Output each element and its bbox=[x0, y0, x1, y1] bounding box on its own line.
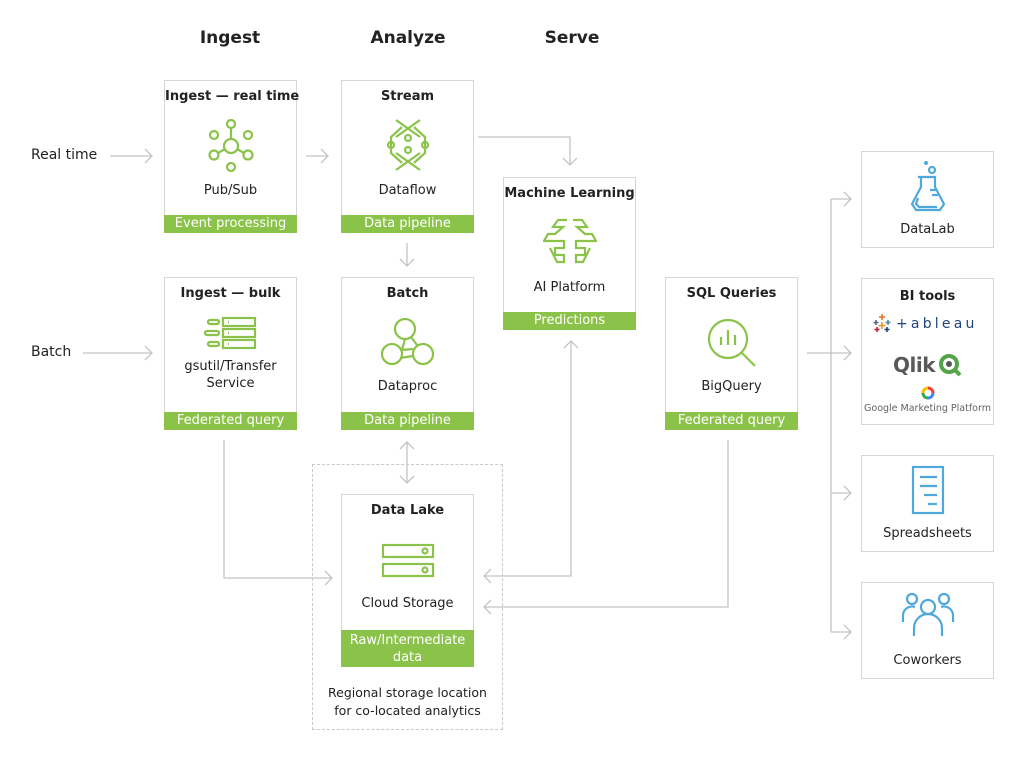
box-data-lake[interactable]: Data Lake Cloud Storage Raw/Intermediate… bbox=[341, 494, 474, 667]
box-title: Ingest — real time bbox=[165, 89, 300, 104]
architecture-diagram: Ingest Analyze Serve Real time Batch Ing… bbox=[0, 0, 1024, 761]
arrow-to-coworkers bbox=[831, 624, 852, 640]
ai-platform-icon bbox=[504, 218, 635, 264]
coworkers-icon bbox=[862, 592, 993, 638]
input-label-real-time: Real time bbox=[31, 147, 98, 163]
box-title: Ingest — bulk bbox=[180, 286, 281, 301]
spreadsheet-icon bbox=[862, 465, 993, 515]
box-tag: Raw/Intermediate data bbox=[341, 630, 474, 667]
box-machine-learning[interactable]: Machine Learning AI Platform Predictions bbox=[503, 177, 636, 330]
pubsub-icon bbox=[165, 119, 296, 173]
service-name: Pub/Sub bbox=[203, 183, 258, 198]
service-name: Cloud Storage bbox=[361, 596, 454, 611]
output-bi-tools[interactable]: BI tools +ableau Qlik Google Marketing P… bbox=[861, 278, 994, 425]
bigquery-icon bbox=[666, 316, 797, 370]
arrow-batch-to-ingest-bulk bbox=[83, 345, 153, 361]
box-batch[interactable]: Batch Dataproc Data pipeline bbox=[341, 277, 474, 430]
service-name: BigQuery bbox=[701, 379, 762, 394]
arrow-to-spreadsheets bbox=[831, 485, 852, 501]
box-tag: Predictions bbox=[503, 312, 636, 330]
region-note-line1: Regional storage location bbox=[328, 685, 487, 700]
service-name: Dataflow bbox=[378, 183, 437, 198]
output-name: DataLab bbox=[900, 222, 955, 237]
box-title: Batch bbox=[386, 286, 429, 301]
service-name-line1: gsutil/Transfer bbox=[184, 359, 277, 374]
transfer-service-icon bbox=[165, 316, 296, 350]
cloud-storage-icon bbox=[342, 543, 473, 579]
box-title: SQL Queries bbox=[686, 286, 777, 301]
arrow-to-datalab bbox=[831, 191, 852, 207]
arrow-bigquery-to-outputs bbox=[807, 345, 852, 361]
region-note-line2: for co-located analytics bbox=[334, 703, 481, 718]
qlik-logo: Qlik bbox=[862, 353, 993, 377]
box-title: Stream bbox=[380, 89, 435, 104]
service-name: Dataproc bbox=[377, 379, 438, 394]
output-name: Coworkers bbox=[893, 653, 962, 668]
box-tag: Event processing bbox=[164, 215, 297, 233]
arrow-bigquery-to-datalake bbox=[483, 440, 729, 615]
arrow-realtime-to-pubsub bbox=[110, 148, 153, 164]
service-name: AI Platform bbox=[533, 280, 606, 295]
output-datalab[interactable]: DataLab bbox=[861, 151, 994, 248]
datalab-flask-icon bbox=[862, 160, 993, 212]
arrow-pubsub-to-dataflow bbox=[306, 148, 329, 164]
output-title: BI tools bbox=[899, 289, 956, 304]
google-marketing-platform-icon bbox=[862, 386, 993, 400]
tableau-logo: +ableau bbox=[872, 312, 987, 334]
box-tag-line1: Raw/Intermediate bbox=[349, 633, 466, 648]
output-name: Spreadsheets bbox=[883, 526, 972, 541]
output-spreadsheets[interactable]: Spreadsheets bbox=[861, 455, 994, 552]
arrow-dataflow-to-ml bbox=[478, 136, 578, 166]
tableau-wordmark: +ableau bbox=[896, 316, 978, 332]
dataflow-icon bbox=[342, 117, 473, 173]
input-label-batch: Batch bbox=[31, 344, 72, 360]
box-title: Machine Learning bbox=[504, 186, 635, 201]
box-tag: Federated query bbox=[164, 412, 297, 430]
google-marketing-platform-label: Google Marketing Platform bbox=[864, 403, 991, 414]
box-tag: Data pipeline bbox=[341, 215, 474, 233]
output-coworkers[interactable]: Coworkers bbox=[861, 582, 994, 679]
box-sql-queries[interactable]: SQL Queries BigQuery Federated query bbox=[665, 277, 798, 430]
dataproc-icon bbox=[342, 316, 473, 368]
box-tag-line2: data bbox=[392, 650, 423, 665]
arrow-dataflow-to-dataproc bbox=[399, 243, 415, 267]
box-tag: Federated query bbox=[665, 412, 798, 430]
column-header-serve: Serve bbox=[544, 28, 600, 48]
box-title: Data Lake bbox=[370, 503, 445, 518]
box-ingest-realtime[interactable]: Ingest — real time Pub/Sub Event process… bbox=[164, 80, 300, 233]
service-name-line2: Service bbox=[206, 376, 255, 391]
column-header-ingest: Ingest bbox=[199, 28, 261, 48]
box-tag: Data pipeline bbox=[341, 412, 474, 430]
column-header-analyze: Analyze bbox=[370, 28, 446, 48]
box-ingest-bulk[interactable]: Ingest — bulk gsutil/Transfer Service Fe… bbox=[164, 277, 297, 430]
box-stream[interactable]: Stream Dataflow Data pipeline bbox=[341, 80, 474, 233]
